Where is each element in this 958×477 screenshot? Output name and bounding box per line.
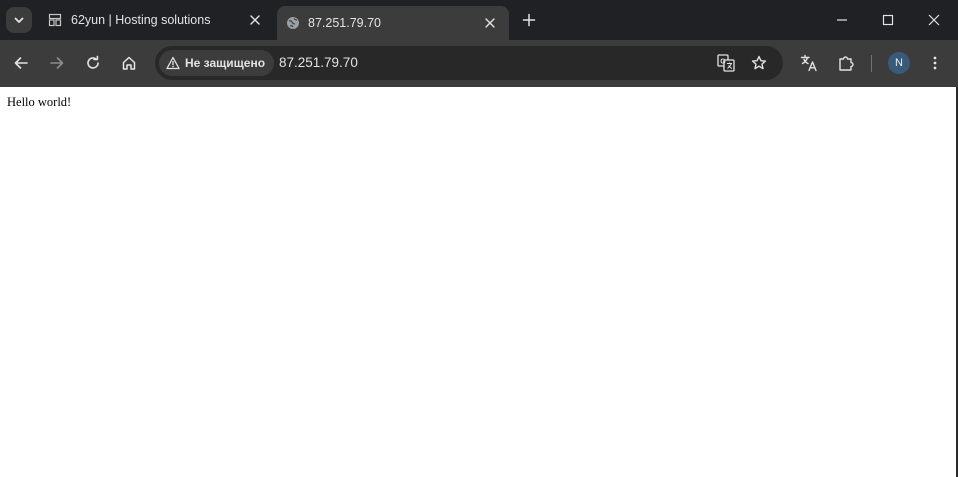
profile-avatar[interactable]: N [888, 52, 910, 74]
star-icon [751, 55, 767, 70]
minimize-icon [837, 19, 847, 21]
arrow-right-icon [50, 57, 64, 69]
more-vertical-icon [933, 56, 937, 70]
extensions-button[interactable] [834, 51, 858, 75]
chevron-down-icon [14, 17, 24, 23]
home-button[interactable] [117, 51, 141, 75]
translate-icon [800, 54, 817, 72]
close-window-button[interactable] [911, 0, 957, 40]
back-button[interactable] [9, 51, 33, 75]
close-tab-icon[interactable] [248, 13, 262, 27]
maximize-button[interactable] [865, 0, 911, 40]
page-viewport: Hello world! [0, 87, 958, 477]
url-text[interactable]: 87.251.79.70 [279, 55, 358, 70]
reload-icon [87, 55, 99, 69]
browser-toolbar: Не защищено 87.251.79.70 G N [0, 40, 958, 87]
address-bar[interactable]: Не защищено 87.251.79.70 G [155, 46, 783, 80]
warning-icon [166, 56, 180, 70]
bookmark-button[interactable] [749, 53, 769, 73]
minimize-button[interactable] [819, 0, 865, 40]
globe-icon [286, 16, 300, 30]
tab-title: 87.251.79.70 [308, 16, 381, 30]
profile-initial: N [895, 57, 903, 69]
tab-87-251-79-70[interactable]: 87.251.79.70 [277, 6, 509, 40]
puzzle-icon [839, 56, 854, 71]
tab-62yun[interactable]: 62yun | Hosting solutions [40, 0, 274, 40]
toolbar-divider [871, 55, 872, 72]
server-favicon-icon [48, 13, 62, 27]
page-body-text: Hello world! [7, 95, 72, 109]
site-security-chip[interactable]: Не защищено [159, 50, 275, 76]
tab-strip: 62yun | Hosting solutions 87.251.79.70 [0, 0, 958, 40]
google-translate-icon: G [717, 54, 735, 72]
maximize-icon [882, 14, 894, 26]
plus-icon [522, 13, 536, 27]
translate-extension-button[interactable] [797, 51, 821, 75]
home-icon [122, 56, 136, 70]
translate-page-button[interactable]: G [716, 53, 736, 73]
tab-title: 62yun | Hosting solutions [71, 13, 211, 27]
tab-search-button[interactable] [6, 7, 32, 33]
new-tab-button[interactable] [520, 11, 538, 29]
close-tab-icon[interactable] [483, 16, 497, 30]
reload-button[interactable] [81, 51, 105, 75]
forward-button[interactable] [45, 51, 69, 75]
close-icon [928, 14, 940, 26]
arrow-left-icon [14, 57, 28, 69]
browser-menu-button[interactable] [923, 51, 947, 75]
svg-text:G: G [720, 59, 726, 66]
security-label: Не защищено [185, 56, 266, 70]
